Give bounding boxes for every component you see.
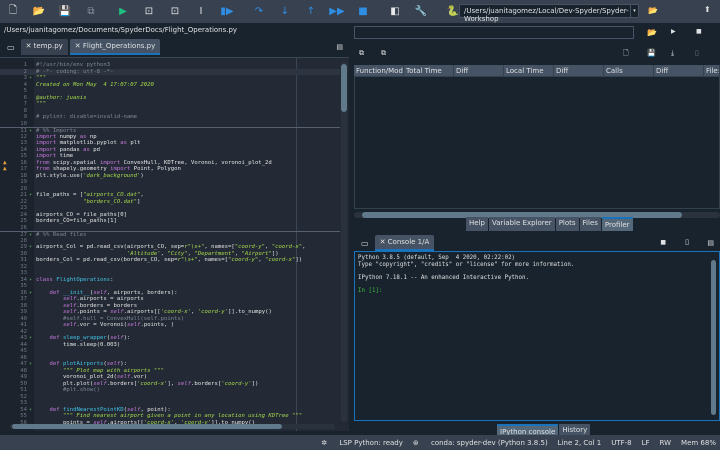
vertical-scrollbar[interactable]	[341, 62, 347, 422]
close-tab-icon[interactable]: ✕	[380, 238, 388, 246]
file-permissions: RW	[659, 438, 672, 447]
end-of-line: LF	[641, 438, 650, 447]
new-file-icon[interactable]: 🗋	[0, 3, 26, 21]
open-folder-icon[interactable]: 📂	[26, 3, 52, 21]
profiler-pane: 📂 ▶ ■ ⧉ ⧉ 🗋 💾 ⤓ ▯ Function/ModuleTotal T…	[351, 23, 720, 230]
close-tab-icon[interactable]: ✕	[26, 42, 34, 50]
run-cell-icon[interactable]: ⊡	[136, 3, 162, 21]
column-header[interactable]: Function/Module	[354, 65, 404, 76]
column-header[interactable]: Calls	[604, 65, 654, 76]
save-icon[interactable]: 💾	[52, 3, 78, 21]
column-header[interactable]: Total Time	[404, 65, 454, 76]
run-icon[interactable]: ▶	[110, 3, 136, 21]
tab-files[interactable]: Files	[579, 217, 601, 231]
clear-console-icon[interactable]: ▯	[685, 238, 689, 246]
code-area[interactable]: 1 #!/usr/bin/env python3 2 # -*- coding: ut…	[0, 62, 340, 426]
console-line: IPython 7.18.1 -- An enhanced Interactiv…	[358, 275, 530, 282]
clear-icon[interactable]: ▯	[695, 49, 699, 57]
save-data-icon[interactable]: 💾	[647, 49, 656, 57]
stop-profiler-icon[interactable]: ■	[696, 28, 702, 35]
top-pane-tabs: Help Variable Explorer Plots Files Profiler	[466, 217, 634, 231]
file-path: /Users/juanitagomez/Documents/SpyderDocs…	[4, 26, 238, 34]
parent-directory-up-icon[interactable]: ⬆	[704, 5, 711, 14]
editor-tabs: ▭ ✕ temp.py ✕ Flight_Operations.py ▤	[0, 37, 349, 55]
cursor-position: Line 2, Col 1	[557, 438, 602, 447]
column-header[interactable]: Local Time	[504, 65, 554, 76]
step-into-icon[interactable]: ↓	[272, 3, 298, 21]
tab-flight_operations-py[interactable]: ✕ Flight_Operations.py	[69, 39, 161, 55]
console-prompt: In [1]:	[358, 288, 383, 295]
browse-folder-icon[interactable]: 📂	[648, 6, 658, 15]
ipython-console-pane: ▭ ✕ Console 1/A ■ ▯ ▤ Python 3.8.5 (defa…	[351, 233, 720, 435]
tab-profiler[interactable]: Profiler	[601, 217, 633, 231]
status-bar: ✲ LSP Python: ready ⊛ conda: spyder-dev …	[0, 435, 720, 450]
column-header[interactable]: Diff	[554, 65, 604, 76]
lsp-status: ✲ LSP Python: ready	[321, 438, 403, 447]
console-scrollbar[interactable]	[711, 260, 716, 415]
console-tab-label: Console 1/A	[387, 238, 430, 246]
run-cell-advance-icon[interactable]: ⊡	[162, 3, 188, 21]
column-header[interactable]: File:	[704, 65, 720, 76]
stop-debug-icon[interactable]: ■	[350, 3, 376, 21]
env-status[interactable]: ⊛ conda: spyder-dev (Python 3.8.5)	[413, 439, 548, 447]
working-directory-combo[interactable]: /Users/juanitagomez/Local/Dev-Spyder/Spy…	[459, 4, 639, 23]
console-line: Python 3.8.5 (default, Sep 4 2020, 02:22…	[358, 255, 516, 261]
download-icon[interactable]: ⤓	[671, 49, 674, 58]
tab-console[interactable]: ✕ Console 1/A	[374, 235, 435, 251]
select-file-icon[interactable]: 📂	[647, 28, 657, 37]
chevron-down-icon[interactable]: ▾	[630, 5, 638, 17]
console-output[interactable]: Python 3.8.5 (default, Sep 4 2020, 02:22…	[354, 251, 720, 421]
lsp-status-text: LSP Python: ready	[339, 438, 403, 447]
run-selection-icon[interactable]: I	[188, 3, 214, 21]
load-data-icon[interactable]: 🗋	[623, 49, 629, 60]
options-menu-icon[interactable]: ▤	[707, 239, 714, 247]
tab-temp-py[interactable]: ✕ temp.py	[20, 39, 68, 55]
browse-tabs-icon[interactable]: ▭	[7, 43, 15, 52]
stop-kernel-icon[interactable]: ■	[660, 239, 666, 246]
horizontal-scrollbar[interactable]	[10, 424, 335, 429]
expand-icon[interactable]: ⧉	[359, 49, 364, 58]
console-tabs: ▭ ✕ Console 1/A ■ ▯ ▤	[351, 233, 720, 251]
debug-icon[interactable]: ▮▶	[214, 3, 240, 21]
memory-usage: Mem 68%	[681, 438, 716, 447]
column-header[interactable]: Diff	[654, 65, 704, 76]
step-return-icon[interactable]: ↑	[298, 3, 324, 21]
tab-variable-explorer[interactable]: Variable Explorer	[488, 217, 555, 231]
profiler-file-combo[interactable]	[354, 26, 634, 39]
run-profiler-icon[interactable]: ▶	[671, 28, 676, 35]
collapse-icon[interactable]: ⧉	[381, 49, 386, 58]
tab-label: temp.py	[33, 42, 63, 50]
tab-help[interactable]: Help	[466, 217, 488, 231]
column-header[interactable]: Diff	[454, 65, 504, 76]
preferences-wrench-icon[interactable]: 🔧	[408, 3, 434, 21]
file-encoding: UTF-8	[611, 438, 632, 447]
options-menu-icon[interactable]: ▤	[336, 43, 343, 51]
continue-icon[interactable]: ▶▶	[324, 3, 350, 21]
right-panes: 📂 ▶ ■ ⧉ ⧉ 🗋 💾 ⤓ ▯ Function/ModuleTotal T…	[351, 23, 720, 438]
browse-tabs-icon[interactable]: ▭	[361, 239, 369, 248]
profiler-table-header: Function/ModuleTotal TimeDiffLocal TimeD…	[354, 65, 720, 76]
tab-label: Flight_Operations.py	[82, 42, 156, 50]
maximize-pane-icon[interactable]: ◧	[382, 3, 408, 21]
step-over-icon[interactable]: ↷	[246, 3, 272, 21]
code-editor[interactable]: 1 #!/usr/bin/env python3 2 # -*- coding: ut…	[0, 57, 349, 431]
save-all-icon[interactable]: ⧉	[78, 3, 104, 21]
profiler-results	[354, 76, 720, 209]
tab-plots[interactable]: Plots	[555, 217, 579, 231]
console-line: Type "copyright", "credits" or "license"…	[358, 261, 575, 268]
env-status-text: conda: spyder-dev (Python 3.8.5)	[430, 438, 548, 447]
close-tab-icon[interactable]: ✕	[75, 42, 83, 50]
